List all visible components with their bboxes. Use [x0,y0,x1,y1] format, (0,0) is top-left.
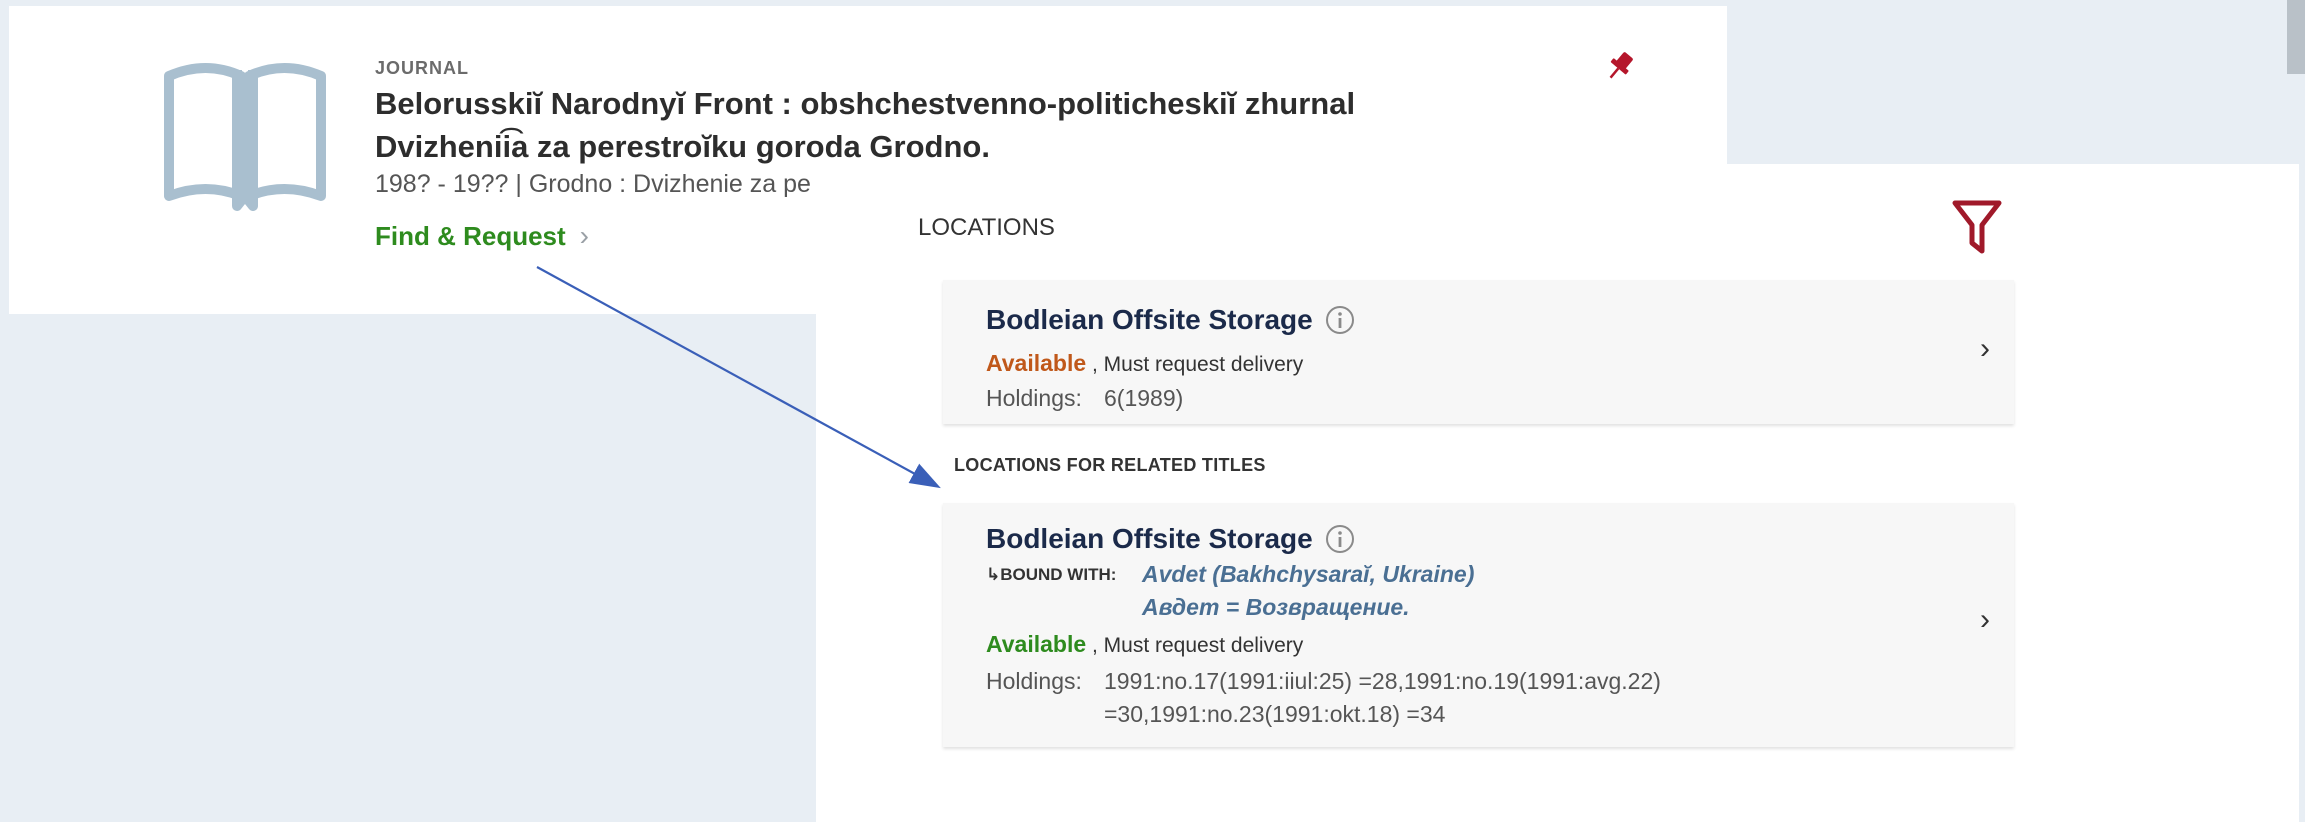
chevron-right-icon[interactable]: › [1980,332,1990,366]
library-name[interactable]: Bodleian Offsite Storage [986,523,1355,555]
availability-note: , Must request delivery [1092,353,1304,376]
related-locations-heading: LOCATIONS FOR RELATED TITLES [954,455,1266,475]
bound-with-title-link[interactable]: Avdet (Bakhchysaraĭ, Ukraine) [1142,561,1474,588]
locations-panel: LOCATIONS Bodleian Offsite Storage Avail… [816,164,2299,822]
availability-line: Available , Must request delivery [986,350,1303,377]
holdings-value: 6(1989) [1104,385,1184,411]
info-icon[interactable] [1325,524,1355,554]
holdings: Holdings: 6(1989) [986,382,1183,415]
find-request-label[interactable]: Find & Request [375,221,566,252]
record-title-line2[interactable]: Dvizhenii͡a za perestroĭku goroda Grodno… [375,125,1395,168]
holdings-label: Holdings: [986,385,1082,411]
chevron-right-icon[interactable]: › [1980,603,1990,637]
bound-with-cyrillic-text[interactable]: Авдет = Возвращение. [1142,594,1410,620]
record-title-line1[interactable]: Belorusskiĭ Narodnyĭ Front : obshchestve… [375,82,1395,125]
bound-with-title-link-cyrillic[interactable]: Авдет = Возвращение. [1142,594,1410,621]
scrollbar-thumb[interactable] [2287,0,2305,74]
location-card[interactable]: Bodleian Offsite Storage Available , Mus… [943,280,2014,424]
info-icon[interactable] [1325,305,1355,335]
pin-icon[interactable] [1602,48,1638,84]
availability-status: Available [986,631,1087,657]
library-name-text[interactable]: Bodleian Offsite Storage [986,304,1313,336]
filter-icon[interactable] [1952,199,2002,255]
holdings-value-line1: 1991:no.17(1991:iiul:25) =28,1991:no.19(… [1104,668,1661,694]
chevron-right-icon: › [579,220,589,251]
holdings-value-line2: =30,1991:no.23(1991:okt.18) =34 [1104,701,1446,727]
availability-note: , Must request delivery [1092,634,1304,657]
record-title[interactable]: Belorusskiĭ Narodnyĭ Front : obshchestve… [375,82,1395,168]
availability-status: Available [986,350,1087,376]
locations-heading: LOCATIONS [918,214,1055,241]
library-name[interactable]: Bodleian Offsite Storage [986,304,1355,336]
library-name-text[interactable]: Bodleian Offsite Storage [986,523,1313,555]
record-meta: 198? - 19?? | Grodno : Dvizhenie za pe [375,170,811,198]
availability-line: Available , Must request delivery [986,631,1303,658]
record-type-label: JOURNAL [375,58,470,78]
holdings-label: Holdings: [986,668,1082,694]
holdings: Holdings: 1991:no.17(1991:iiul:25) =28,1… [986,665,1661,727]
related-location-card[interactable]: Bodleian Offsite Storage ↳BOUND WITH: Av… [943,503,2014,747]
bound-with-label: ↳BOUND WITH: [986,565,1117,584]
find-request-link[interactable]: Find & Request › [375,220,589,252]
book-icon [164,63,326,211]
